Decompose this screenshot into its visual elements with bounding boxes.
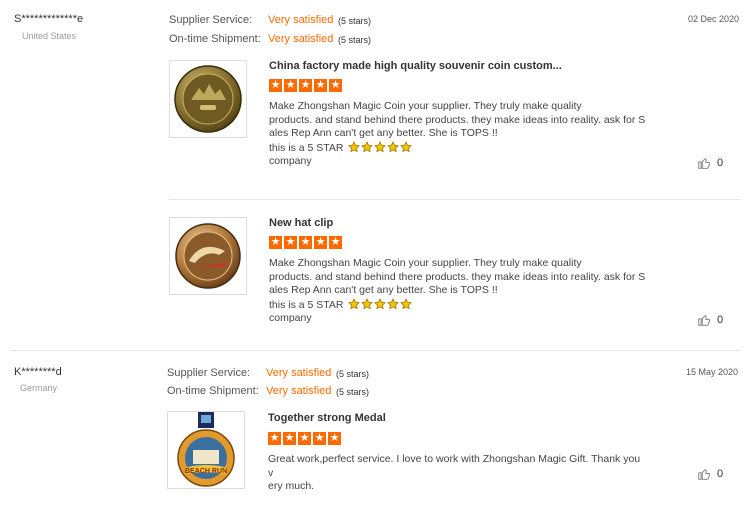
star-icon: ★ — [313, 432, 326, 445]
review-text: Great work,perfect service. I love to wo… — [268, 453, 648, 494]
star-icon — [348, 298, 360, 310]
review-line: products. and stand behind there product… — [269, 113, 646, 126]
star-icon — [374, 298, 386, 310]
emoji-stars — [348, 298, 412, 310]
buyer-name: K********d — [14, 366, 62, 378]
product-thumbnail[interactable]: BEACH RUN — [167, 411, 245, 489]
star-icon — [374, 141, 386, 153]
review-line: Great work,perfect service. I love to wo… — [268, 453, 641, 479]
star-icon: ★ — [299, 79, 312, 92]
review-date: 15 May 2020 — [686, 367, 739, 377]
review-line: Make Zhongshan Magic Coin your supplier.… — [269, 100, 582, 112]
review-line: ery much. — [268, 480, 315, 492]
star-line: this is a 5 STAR — [269, 298, 649, 313]
buyer-name: S*************e — [14, 13, 84, 25]
shipment-value: Very satisfied — [268, 33, 334, 45]
like-count: 0 — [717, 314, 724, 326]
product-rating: ★ ★ ★ ★ ★ — [268, 432, 341, 445]
star-icon — [387, 141, 399, 153]
supplier-service-value: Very satisfied — [266, 367, 332, 379]
shipment-label: On-time Shipment: — [169, 33, 261, 45]
review-line: company — [269, 312, 312, 324]
divider — [169, 199, 741, 200]
shipment-stars: (5 stars) — [336, 387, 370, 397]
star-icon: ★ — [329, 79, 342, 92]
review-divider — [10, 350, 741, 351]
buyer-country: Germany — [20, 383, 58, 393]
product-thumbnail[interactable] — [169, 60, 247, 138]
review-line: ales Rep Ann can't get any better. She i… — [269, 284, 498, 296]
thumbs-up-icon — [697, 156, 711, 170]
star-icon — [387, 298, 399, 310]
review-line: Make Zhongshan Magic Coin your supplier.… — [269, 257, 582, 269]
star-icon: ★ — [284, 79, 297, 92]
supplier-service-label: Supplier Service: — [169, 14, 253, 26]
like-button[interactable]: 0 — [697, 313, 723, 327]
supplier-service-stars: (5 stars) — [336, 369, 370, 379]
medal-image: BEACH RUN — [177, 412, 235, 487]
star-icon: ★ — [283, 432, 296, 445]
product-thumbnail[interactable] — [169, 217, 247, 295]
star-icon — [400, 298, 412, 310]
like-button[interactable]: 0 — [697, 156, 723, 170]
like-count: 0 — [717, 157, 724, 169]
star-icon: ★ — [284, 236, 297, 249]
star-line-text: this is a 5 STAR — [269, 141, 344, 154]
buyer-country: United States — [22, 31, 77, 41]
product-rating: ★ ★ ★ ★ ★ — [269, 236, 342, 249]
supplier-service-value: Very satisfied — [268, 14, 334, 26]
star-icon: ★ — [298, 432, 311, 445]
medal-text: BEACH RUN — [185, 468, 227, 475]
shipment-label: On-time Shipment: — [167, 385, 259, 397]
review-line: ales Rep Ann can't get any better. She i… — [269, 127, 498, 139]
review-text: Make Zhongshan Magic Coin your supplier.… — [269, 100, 649, 169]
product-title[interactable]: New hat clip — [269, 217, 333, 229]
shipment-stars: (5 stars) — [338, 35, 372, 45]
supplier-service-stars: (5 stars) — [338, 16, 372, 26]
star-icon: ★ — [269, 236, 282, 249]
like-button[interactable]: 0 — [697, 467, 723, 481]
like-count: 0 — [717, 468, 724, 480]
star-icon: ★ — [299, 236, 312, 249]
star-icon — [361, 298, 373, 310]
emoji-stars — [348, 141, 412, 153]
supplier-service-label: Supplier Service: — [167, 367, 251, 379]
star-line: this is a 5 STAR — [269, 141, 649, 156]
star-icon: ★ — [268, 432, 281, 445]
star-icon: ★ — [328, 432, 341, 445]
product-rating: ★ ★ ★ ★ ★ — [269, 79, 342, 92]
coin-image — [174, 65, 242, 133]
star-icon — [348, 141, 360, 153]
star-icon: ★ — [314, 79, 327, 92]
shipment-value: Very satisfied — [266, 385, 332, 397]
review-date: 02 Dec 2020 — [688, 14, 740, 24]
star-icon — [361, 141, 373, 153]
thumbs-up-icon — [697, 467, 711, 481]
product-title[interactable]: China factory made high quality souvenir… — [269, 60, 562, 72]
review-line: company — [269, 155, 312, 167]
star-line-text: this is a 5 STAR — [269, 298, 344, 311]
coin-image — [175, 223, 241, 289]
star-icon: ★ — [329, 236, 342, 249]
review-line: products. and stand behind there product… — [269, 270, 646, 283]
star-icon: ★ — [269, 79, 282, 92]
review-text: Make Zhongshan Magic Coin your supplier.… — [269, 257, 649, 326]
star-icon: ★ — [314, 236, 327, 249]
star-icon — [400, 141, 412, 153]
thumbs-up-icon — [697, 313, 711, 327]
product-title[interactable]: Together strong Medal — [268, 412, 386, 424]
